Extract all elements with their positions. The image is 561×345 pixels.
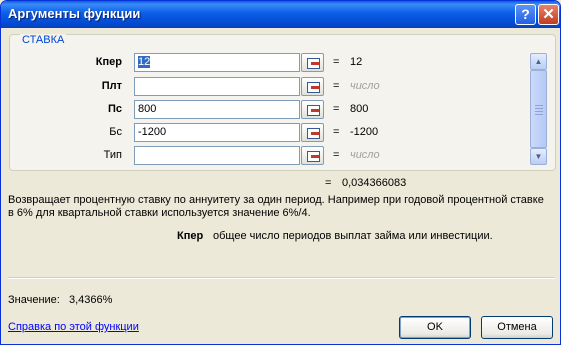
help-link[interactable]: Справка по этой функции [8,321,139,333]
arg-row-tip: Тип = число [10,146,550,166]
value-result: 3,4366% [69,294,113,306]
description-line-2: в 6% для квартальной ставки используется… [8,207,311,219]
ok-button[interactable]: OK [399,316,471,339]
collapse-dialog-icon[interactable] [301,100,324,119]
equals-sign: = [325,177,332,189]
scroll-down-icon[interactable]: ▼ [530,148,547,165]
arg-label: Бс [109,126,122,138]
arg-help-name: Кпер [177,230,204,242]
arg-result: число [350,80,380,92]
arg-help-text: общее число периодов выплат займа или ин… [213,230,493,242]
equals-sign: = [333,56,340,68]
separator [8,277,555,279]
arg-result: -1200 [350,126,379,138]
arg-label: Пс [107,103,122,115]
collapse-dialog-icon[interactable] [301,77,324,96]
arg-input-kper[interactable]: 12 [134,53,300,72]
arg-result: число [350,149,380,161]
title-bar[interactable]: Аргументы функции ? ✕ [1,1,560,28]
arg-label: Кпер [95,56,122,68]
arg-result: 12 [350,56,363,68]
description-line-1: Возвращает процентную ставку по аннуитет… [8,194,544,206]
arg-input-bs[interactable]: -1200 [134,123,300,142]
value-label: Значение: [8,294,60,306]
arg-input-tip[interactable] [134,146,300,165]
dialog-title: Аргументы функции [8,6,141,21]
cancel-button[interactable]: Отмена [481,316,553,339]
arg-row-plt: Плт = число [10,77,550,97]
arg-row-bs: Бс -1200 = -1200 [10,123,550,143]
scroll-thumb[interactable] [530,70,547,148]
formula-result: 0,034366083 [342,177,407,189]
function-name-label: СТАВКА [20,34,67,46]
arg-row-ps: Пс 800 = 800 [10,100,550,120]
collapse-dialog-icon[interactable] [301,123,324,142]
close-icon[interactable]: ✕ [538,4,559,25]
arg-row-kper: Кпер 12 = 12 [10,53,550,73]
equals-sign: = [333,149,340,161]
arguments-scrollbar[interactable]: ▲ ▼ [530,53,547,165]
equals-sign: = [333,126,340,138]
function-group: СТАВКА Кпер 12 = 12 Плт = число Пс 800 =… [9,34,556,171]
arg-label: Плт [101,80,122,92]
scroll-up-icon[interactable]: ▲ [530,53,547,70]
arg-result: 800 [350,103,369,115]
collapse-dialog-icon[interactable] [301,146,324,165]
equals-sign: = [333,80,340,92]
help-icon[interactable]: ? [515,4,536,25]
function-arguments-dialog: Аргументы функции ? ✕ СТАВКА Кпер 12 = 1… [0,0,561,345]
arg-input-plt[interactable] [134,77,300,96]
collapse-dialog-icon[interactable] [301,53,324,72]
arg-label: Тип [103,149,122,161]
equals-sign: = [333,103,340,115]
arg-input-ps[interactable]: 800 [134,100,300,119]
